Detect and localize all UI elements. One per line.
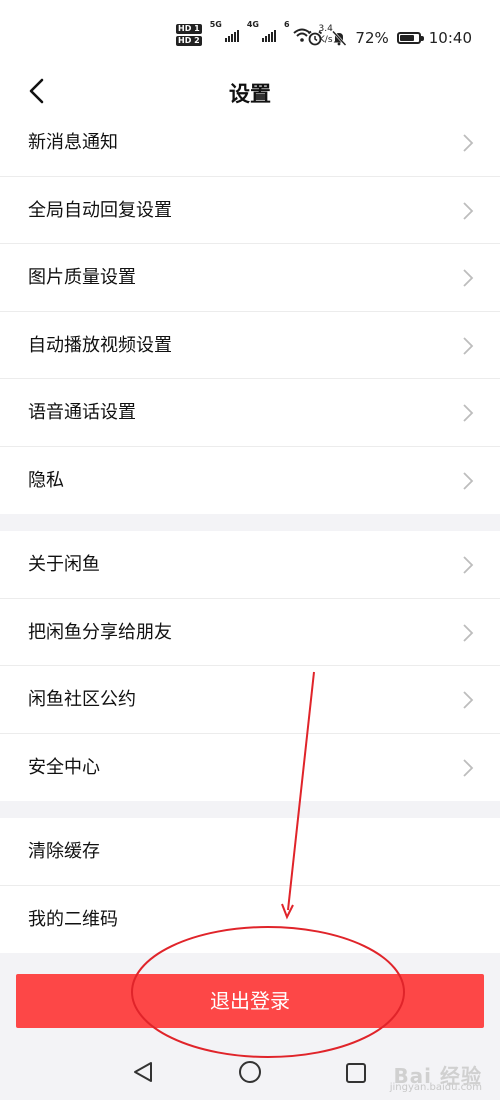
settings-row-share[interactable]: 把闲鱼分享给朋友	[0, 599, 500, 666]
mute-bell-icon	[332, 30, 347, 46]
alarm-icon	[308, 30, 323, 46]
header-bar: 设置	[0, 68, 500, 112]
settings-row-message-notification[interactable]: 新消息通知	[0, 109, 500, 177]
baidu-jingyan-watermark: Bai 经验 jingyan.baidu.com	[389, 1064, 482, 1094]
settings-row-autoplay-video[interactable]: 自动播放视频设置	[0, 312, 500, 379]
chevron-right-icon	[463, 269, 474, 287]
row-label: 闲鱼社区公约	[28, 689, 136, 710]
settings-group-about: 关于闲鱼 把闲鱼分享给朋友 闲鱼社区公约 安全中心	[0, 531, 500, 801]
clock: 10:40	[428, 29, 472, 47]
watermark-logo: Bai 经验	[393, 1064, 482, 1088]
chevron-right-icon	[463, 471, 474, 490]
row-label: 语音通话设置	[28, 402, 136, 423]
settings-group-tools: 清除缓存 我的二维码	[0, 818, 500, 953]
page-title: 设置	[229, 82, 271, 106]
row-label: 全局自动回复设置	[28, 199, 172, 221]
chevron-right-icon	[463, 623, 474, 642]
chevron-right-icon	[463, 336, 474, 355]
row-label: 把闲鱼分享给朋友	[28, 621, 172, 643]
battery-percent: 72%	[355, 29, 389, 47]
row-label: 关于闲鱼	[28, 554, 100, 575]
settings-row-clear-cache[interactable]: 清除缓存	[0, 818, 500, 886]
row-label: 我的二维码	[28, 908, 118, 930]
wifi-badge: 6	[283, 20, 290, 29]
nav-home-icon[interactable]	[238, 1060, 262, 1084]
watermark-url: jingyan.baidu.com	[389, 1082, 482, 1093]
row-label: 图片质量设置	[28, 267, 136, 288]
chevron-right-icon	[463, 758, 474, 777]
chevron-right-icon	[463, 556, 474, 574]
nav-recents-icon[interactable]	[345, 1062, 367, 1084]
status-bar: HD 1 HD 2 5G 4G 6 3.4 K/s 72% 10:40	[0, 0, 500, 68]
settings-row-image-quality[interactable]: 图片质量设置	[0, 244, 500, 312]
battery-icon	[396, 32, 424, 44]
row-label: 新消息通知	[28, 132, 118, 153]
chevron-right-icon	[463, 404, 474, 422]
row-label: 隐私	[28, 469, 64, 491]
signal-2-icon	[261, 28, 276, 42]
network-type-2: 4G	[246, 20, 259, 29]
logout-button[interactable]: 退出登录	[16, 974, 484, 1028]
chevron-right-icon	[463, 134, 474, 152]
chevron-right-icon	[463, 691, 474, 709]
chevron-right-icon	[463, 201, 474, 220]
status-right-cluster: 72% 10:40	[307, 26, 472, 50]
settings-row-privacy[interactable]: 隐私	[0, 447, 500, 515]
row-label: 自动播放视频设置	[28, 334, 172, 356]
settings-row-security-center[interactable]: 安全中心	[0, 734, 500, 802]
nav-back-icon[interactable]	[132, 1060, 154, 1084]
row-label: 清除缓存	[28, 841, 100, 862]
row-label: 安全中心	[28, 756, 100, 778]
settings-row-auto-reply[interactable]: 全局自动回复设置	[0, 177, 500, 244]
sim2-badge: HD 2	[176, 36, 202, 46]
settings-row-qr-code[interactable]: 我的二维码	[0, 886, 500, 954]
settings-row-about[interactable]: 关于闲鱼	[0, 531, 500, 599]
signal-1-icon	[224, 28, 239, 42]
dual-sim-indicator: HD 1 HD 2	[176, 24, 202, 46]
sim1-badge: HD 1	[176, 24, 202, 34]
settings-row-community-rules[interactable]: 闲鱼社区公约	[0, 666, 500, 734]
settings-group-general: 新消息通知 全局自动回复设置 图片质量设置 自动播放视频设置 语音通话设置 隐私	[0, 109, 500, 514]
settings-row-voice-call[interactable]: 语音通话设置	[0, 379, 500, 447]
network-type-1: 5G	[209, 20, 222, 29]
